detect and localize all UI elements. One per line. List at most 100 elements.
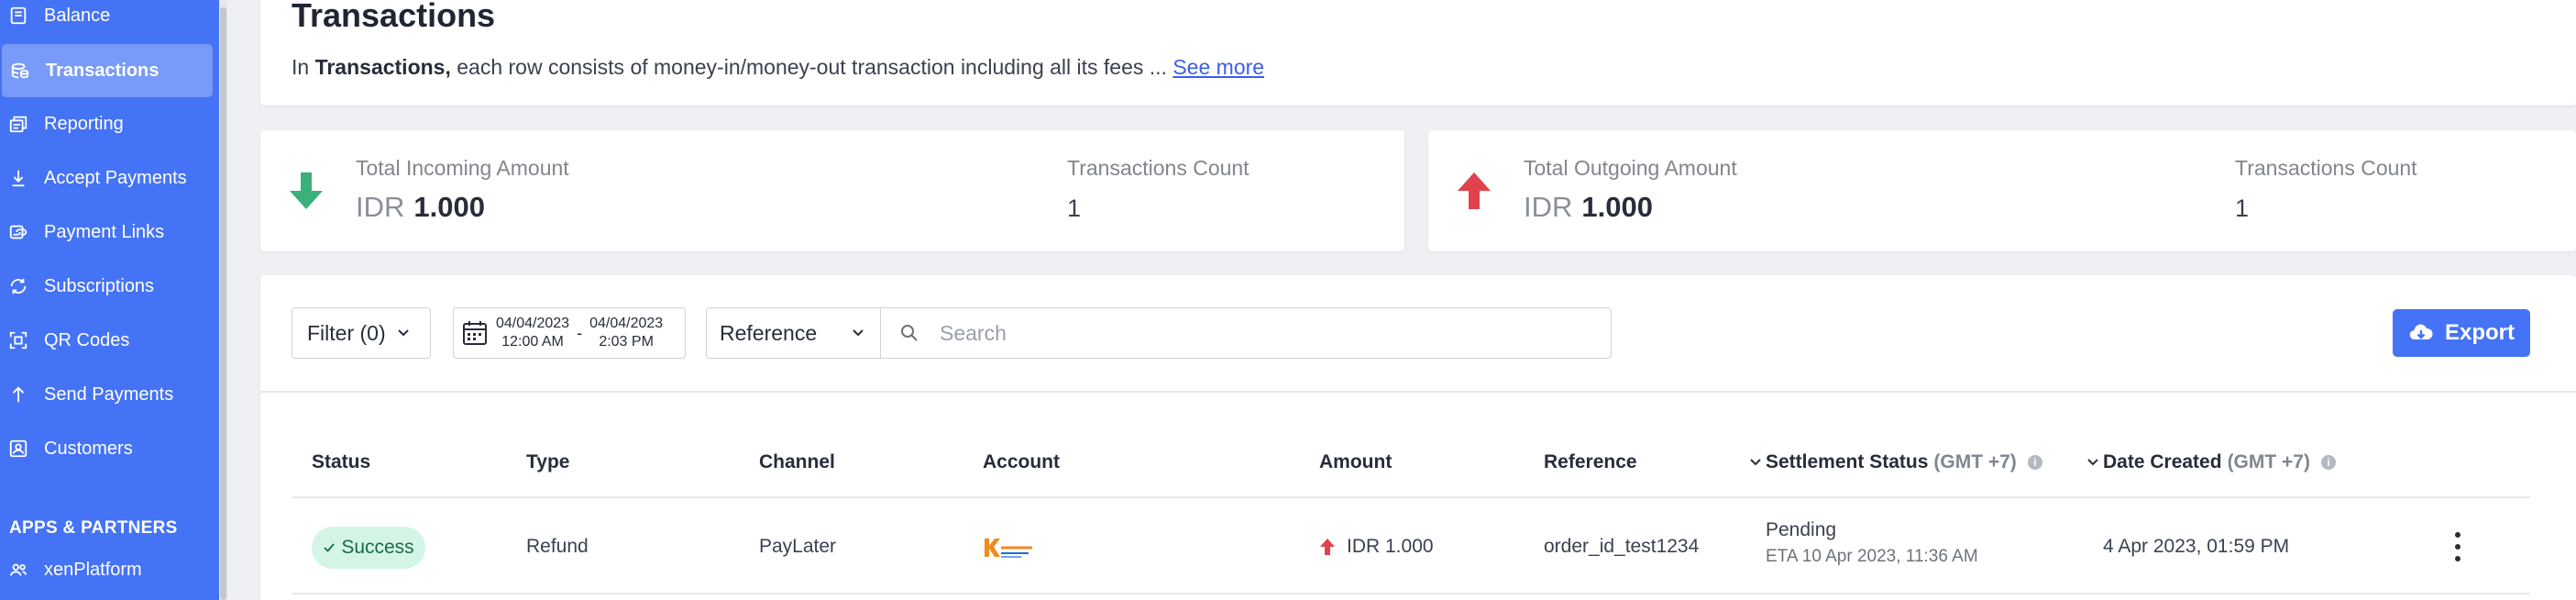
table-row-divider xyxy=(292,593,2530,594)
customers-icon xyxy=(7,438,29,460)
date-from: 04/04/2023 12:00 AM xyxy=(496,316,570,350)
sidebar-item-accept-payments[interactable]: Accept Payments xyxy=(0,151,213,205)
row-channel: PayLater xyxy=(759,536,837,557)
users-icon xyxy=(7,559,29,581)
incoming-summary-card: Total Incoming Amount IDR 1.000 Transacti… xyxy=(260,130,1404,251)
col-header-channel: Channel xyxy=(759,451,835,472)
col-header-account: Account xyxy=(983,451,1060,472)
info-icon[interactable]: i xyxy=(2320,455,2336,470)
row-date-created: 4 Apr 2023, 01:59 PM xyxy=(2103,536,2290,557)
desc-rest: each row consists of money-in/money-out … xyxy=(450,55,1173,79)
sidebar-item-label: QR Codes xyxy=(44,329,130,350)
chevron-down-icon xyxy=(397,329,409,337)
outgoing-count-label: Transactions Count xyxy=(2235,156,2417,180)
sidebar: Balance Transactions Reporting Accept Pa… xyxy=(0,0,227,600)
col-header-date-created[interactable]: Date Created (GMT +7) i xyxy=(2086,451,2336,473)
payment-links-icon xyxy=(7,221,29,243)
qr-code-icon xyxy=(7,329,29,351)
row-type: Refund xyxy=(526,536,589,557)
sidebar-item-send-payments[interactable]: Send Payments xyxy=(0,368,213,421)
reference-select-label: Reference xyxy=(720,320,818,345)
row-amount-value: IDR 1.000 xyxy=(1347,536,1434,557)
settlement-header-tz: (GMT +7) xyxy=(1933,451,2017,472)
sidebar-item-label: Balance xyxy=(44,5,111,26)
sidebar-item-transactions[interactable]: Transactions xyxy=(2,44,213,97)
desc-prefix: In xyxy=(292,55,315,79)
reporting-icon xyxy=(7,113,29,135)
arrow-up-icon xyxy=(1320,539,1335,555)
sidebar-scrollbar[interactable] xyxy=(219,0,227,600)
page-description: In Transactions, each row consists of mo… xyxy=(292,55,1264,80)
see-more-link[interactable]: See more xyxy=(1172,55,1264,79)
desc-bold: Transactions, xyxy=(314,55,451,79)
row-settlement-eta: ETA 10 Apr 2023, 11:36 AM xyxy=(1766,547,1978,566)
reference-select[interactable]: Reference xyxy=(706,307,882,359)
sidebar-item-customers[interactable]: Customers xyxy=(0,422,213,475)
incoming-label: Total Incoming Amount xyxy=(356,156,569,180)
send-payments-icon xyxy=(7,383,29,406)
toolbar-divider xyxy=(260,391,2576,393)
sidebar-item-qr-codes[interactable]: QR Codes xyxy=(0,314,213,367)
balance-icon xyxy=(7,5,29,27)
arrow-up-icon xyxy=(1458,172,1491,209)
col-header-status: Status xyxy=(312,451,371,472)
sidebar-item-balance[interactable]: Balance xyxy=(0,0,213,42)
outgoing-label: Total Outgoing Amount xyxy=(1524,156,1737,180)
page-title: Transactions xyxy=(292,0,496,34)
status-badge: Success xyxy=(312,527,425,569)
row-amount: IDR 1.000 xyxy=(1319,536,1434,558)
settlement-header-label: Settlement Status xyxy=(1766,451,1929,472)
incoming-amount: IDR 1.000 xyxy=(356,191,485,223)
sidebar-item-label: Payment Links xyxy=(44,221,165,242)
outgoing-summary-card: Total Outgoing Amount IDR 1.000 Transacti… xyxy=(1428,130,2576,251)
info-icon[interactable]: i xyxy=(2027,455,2042,470)
date-header-label: Date Created xyxy=(2103,451,2222,472)
transactions-icon xyxy=(9,60,31,82)
sidebar-item-reporting[interactable]: Reporting xyxy=(0,97,213,150)
arrow-down-icon xyxy=(290,172,323,209)
sidebar-item-label: Customers xyxy=(44,438,133,459)
chevron-down-icon xyxy=(853,329,864,337)
table-header-divider xyxy=(292,496,2530,498)
incoming-count-label: Transactions Count xyxy=(1067,156,1249,180)
check-icon xyxy=(324,543,335,552)
date-header-tz: (GMT +7) xyxy=(2227,451,2310,472)
sidebar-scrollbar-thumb[interactable] xyxy=(220,7,226,600)
sidebar-item-label: Send Payments xyxy=(44,383,174,405)
row-reference: order_id_test1234 xyxy=(1544,536,1700,557)
sidebar-item-label: xenPlatform xyxy=(44,559,142,580)
date-to: 04/04/2023 2:03 PM xyxy=(589,316,664,350)
col-header-amount: Amount xyxy=(1319,451,1393,472)
sidebar-item-label: Accept Payments xyxy=(44,167,187,188)
export-button[interactable]: Export xyxy=(2393,309,2530,357)
date-range-picker[interactable]: 04/04/2023 12:00 AM - 04/04/2023 2:03 PM xyxy=(453,307,686,359)
sort-chevron-icon xyxy=(2087,459,2098,466)
sidebar-item-payment-links[interactable]: Payment Links xyxy=(0,206,213,259)
sidebar-item-subscriptions[interactable]: Subscriptions xyxy=(0,260,213,313)
sidebar-item-label: Reporting xyxy=(44,113,124,134)
search-icon xyxy=(901,325,918,341)
accept-payments-icon xyxy=(7,167,29,189)
sidebar-item-label: Subscriptions xyxy=(44,275,155,296)
col-header-settlement-status[interactable]: Settlement Status (GMT +7) i xyxy=(1749,451,2042,473)
search-input[interactable]: Search xyxy=(880,307,1612,359)
page-header-card: Transactions In Transactions, each row c… xyxy=(260,0,2576,106)
sidebar-item-xenplatform[interactable]: xenPlatform xyxy=(0,543,213,596)
sidebar-section-title: APPS & PARTNERS xyxy=(9,518,178,538)
search-placeholder: Search xyxy=(940,320,1007,345)
outgoing-amount: IDR 1.000 xyxy=(1524,191,1653,223)
kredivo-logo xyxy=(985,539,1032,558)
calendar-icon xyxy=(463,321,487,345)
incoming-count: 1 xyxy=(1067,194,1082,222)
row-actions-kebab-icon[interactable] xyxy=(2453,532,2462,561)
col-header-type: Type xyxy=(526,451,570,472)
transactions-table-card: Filter (0) 04/04/2023 12:00 AM - 04/04/20… xyxy=(260,275,2576,600)
sidebar-item-label: Transactions xyxy=(46,60,160,81)
row-settlement-status: Pending xyxy=(1766,519,1837,540)
outgoing-count: 1 xyxy=(2235,194,2250,222)
filter-button[interactable]: Filter (0) xyxy=(292,307,431,359)
date-separator: - xyxy=(577,323,583,342)
sort-chevron-icon xyxy=(1750,459,1761,466)
cloud-download-icon xyxy=(2409,324,2433,340)
export-label: Export xyxy=(2444,320,2515,345)
